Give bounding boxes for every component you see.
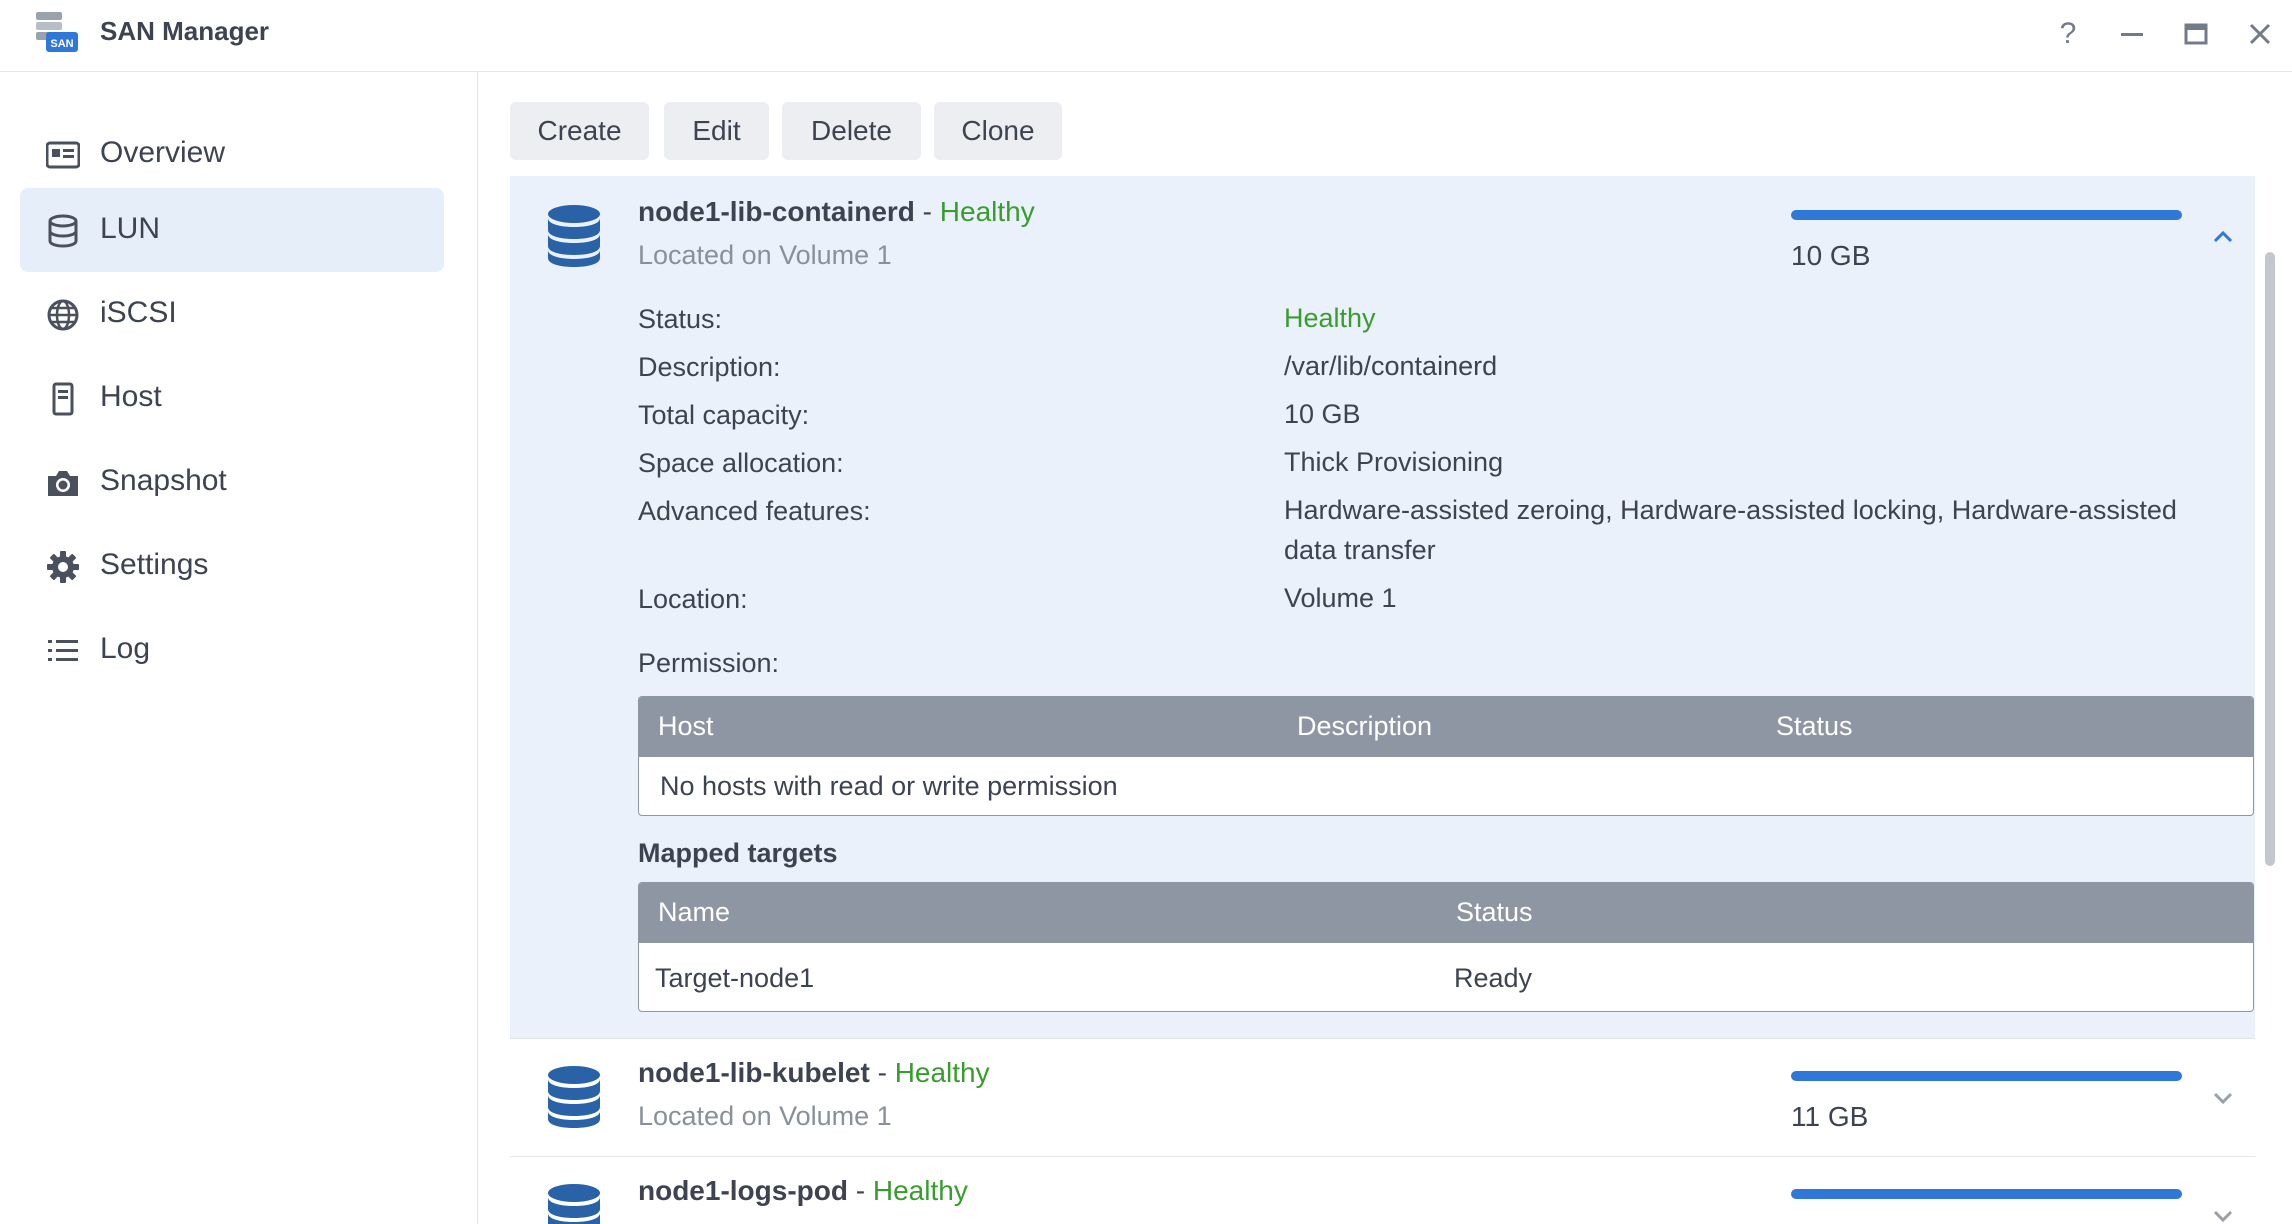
permission-table-header: Host Description Status [639, 697, 2253, 757]
lun-database-icon [548, 1066, 600, 1128]
advanced-features-label: Advanced features: [638, 496, 871, 526]
column-header-name[interactable]: Name [658, 897, 730, 928]
chevron-down-icon[interactable] [2208, 1201, 2238, 1224]
lun-health-status: Healthy [894, 1057, 990, 1088]
camera-icon [48, 471, 78, 496]
mapped-targets-table: Name Status Target-node1 Ready [638, 882, 2254, 1012]
permission-table: Host Description Status No hosts with re… [638, 696, 2254, 816]
lun-name: node1-lib-containerd - Healthy [638, 196, 1035, 228]
sidebar-item-label: Host [100, 380, 162, 413]
help-button[interactable]: ? [2046, 12, 2090, 56]
column-header-host[interactable]: Host [658, 711, 714, 742]
lun-name-separator: - [869, 1057, 895, 1088]
column-header-status[interactable]: Status [1456, 897, 1533, 928]
sidebar-item-label: iSCSI [100, 296, 177, 329]
sidebar-item-log[interactable]: Log [20, 608, 444, 692]
database-icon [48, 214, 78, 248]
sidebar-item-label: Snapshot [100, 464, 227, 497]
status-label: Status: [638, 304, 723, 334]
sidebar: Overview LUN iSCSI Host Snapshot Setting… [0, 72, 478, 1224]
target-name: Target-node1 [655, 963, 815, 993]
column-header-description[interactable]: Description [1297, 711, 1432, 742]
space-allocation-label: Space allocation: [638, 448, 844, 478]
advanced-features-value: Hardware-assisted zeroing, Hardware-assi… [1284, 495, 2177, 565]
clone-button[interactable]: Clone [934, 102, 1062, 160]
lun-location: Located on Volume 1 [638, 1101, 892, 1131]
sidebar-item-lun[interactable]: LUN [20, 188, 444, 272]
lun-name-separator: - [914, 196, 940, 227]
minimize-button[interactable] [2110, 12, 2154, 56]
lun-database-icon [548, 205, 600, 267]
lun-name-separator: - [847, 1175, 873, 1206]
sidebar-item-label: Settings [100, 548, 209, 581]
location-value: Volume 1 [1284, 583, 1397, 613]
lun-health-status: Healthy [939, 196, 1035, 227]
lun-database-icon [548, 1184, 600, 1224]
list-icon [48, 640, 78, 661]
total-capacity-label: Total capacity: [638, 400, 810, 430]
host-icon [52, 382, 74, 416]
scrollbar[interactable] [2263, 176, 2277, 1224]
overview-icon [46, 141, 80, 169]
sidebar-item-iscsi[interactable]: iSCSI [20, 272, 444, 356]
delete-button[interactable]: Delete [782, 102, 921, 160]
permission-label: Permission: [638, 648, 780, 678]
gear-icon [47, 551, 79, 583]
space-allocation-value: Thick Provisioning [1284, 447, 1504, 477]
lun-item[interactable]: node1-logs-pod - Healthy [510, 1157, 2255, 1224]
chevron-down-icon[interactable] [2208, 1083, 2238, 1113]
sidebar-item-label: Log [100, 632, 151, 665]
scrollbar-thumb[interactable] [2265, 252, 2275, 866]
description-label: Description: [638, 352, 781, 382]
lun-item[interactable]: node1-lib-containerd - Healthy Located o… [510, 176, 2255, 1039]
close-icon [2249, 23, 2271, 45]
minimize-icon [2121, 33, 2143, 36]
chevron-up-icon[interactable] [2208, 222, 2238, 252]
lun-name-text: node1-lib-kubelet [638, 1057, 870, 1088]
lun-name: node1-lib-kubelet - Healthy [638, 1057, 990, 1089]
sidebar-item-host[interactable]: Host [20, 356, 444, 440]
capacity-bar [1791, 210, 2182, 220]
capacity-text: 10 GB [1791, 240, 1871, 271]
location-label: Location: [638, 584, 748, 614]
sidebar-item-label: Overview [100, 136, 226, 169]
sidebar-item-label: LUN [100, 212, 161, 245]
sidebar-item-overview[interactable]: Overview [20, 112, 444, 196]
capacity-text: 11 GB [1791, 1101, 1869, 1132]
empty-table-message: No hosts with read or write permission [660, 771, 1118, 801]
capacity-bar [1791, 1071, 2182, 1081]
san-manager-app-icon: SAN [32, 10, 80, 54]
lun-health-status: Healthy [872, 1175, 968, 1206]
app-title: SAN Manager [100, 16, 270, 46]
capacity-bar [1791, 1189, 2182, 1199]
description-value: /var/lib/containerd [1284, 351, 1498, 381]
column-header-status[interactable]: Status [1776, 711, 1853, 742]
total-capacity-value: 10 GB [1284, 399, 1361, 429]
globe-icon [47, 299, 79, 331]
mapped-targets-table-header: Name Status [639, 883, 2253, 943]
lun-name-text: node1-lib-containerd [638, 196, 915, 227]
svg-text:SAN: SAN [50, 38, 73, 50]
title-bar: SAN SAN Manager ? [0, 0, 2292, 72]
lun-location: Located on Volume 1 [638, 240, 892, 270]
maximize-icon [2184, 23, 2208, 45]
help-icon: ? [2059, 17, 2077, 50]
lun-item[interactable]: node1-lib-kubelet - Healthy Located on V… [510, 1039, 2255, 1157]
target-status: Ready [1454, 963, 1533, 993]
lun-name: node1-logs-pod - Healthy [638, 1175, 968, 1207]
create-button[interactable]: Create [510, 102, 649, 160]
close-button[interactable] [2238, 12, 2282, 56]
lun-name-text: node1-logs-pod [638, 1175, 848, 1206]
lun-list: node1-lib-containerd - Healthy Located o… [510, 176, 2255, 1224]
mapped-targets-title: Mapped targets [638, 838, 838, 868]
edit-button[interactable]: Edit [664, 102, 769, 160]
main-panel: Create Edit Delete Clone node1-lib-conta… [479, 72, 2292, 1224]
status-value: Healthy [1284, 303, 1376, 333]
maximize-button[interactable] [2174, 12, 2218, 56]
sidebar-item-snapshot[interactable]: Snapshot [20, 440, 444, 524]
sidebar-item-settings[interactable]: Settings [20, 524, 444, 608]
